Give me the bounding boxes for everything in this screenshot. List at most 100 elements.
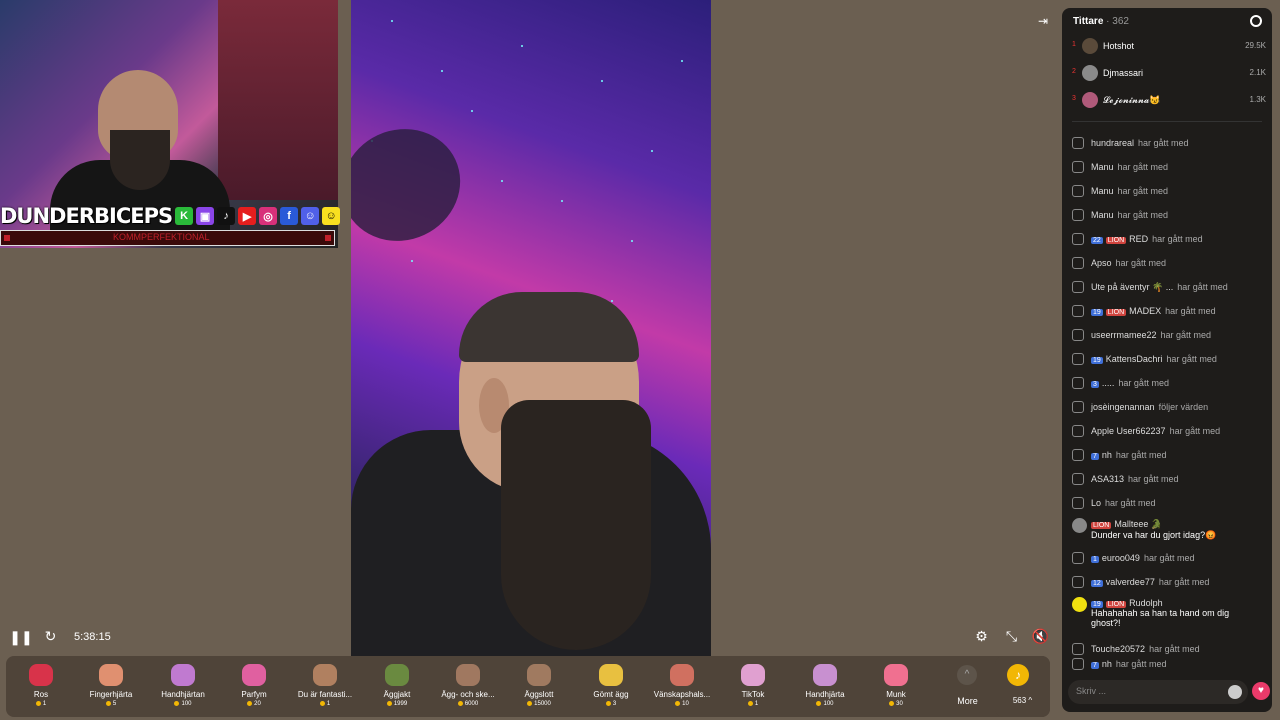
refresh-icon[interactable]: ↻ [43,628,58,644]
settings-gear-icon[interactable]: ⚙ [974,628,989,644]
join-icon [1072,643,1084,655]
gift-name: TikTok [741,690,765,699]
action-text: följer värden [1158,402,1209,412]
action-text: har gått med [1117,162,1169,172]
join-icon [1072,353,1084,365]
username[interactable]: nh [1102,450,1112,460]
gift-icon [99,664,123,686]
gift-icon [456,664,480,686]
gift-item[interactable]: Du är fantasti... 1 [290,656,360,717]
username[interactable]: Apple User662237 [1091,426,1166,436]
facebook-icon: f [280,207,299,225]
coin-balance-button[interactable]: ♪ 563 ^ [995,656,1050,717]
chat-input[interactable]: Skriv ... [1068,680,1248,704]
username[interactable]: ASA313 [1091,474,1124,484]
username[interactable]: Lo [1091,498,1101,508]
star [611,300,613,302]
join-icon [1072,305,1084,317]
top-viewer-row[interactable]: 1 Hotshot 29.5K [1072,38,1266,56]
star [681,60,683,62]
gift-icon [313,664,337,686]
viewer-score: 29.5K [1245,41,1266,50]
top-viewer-row[interactable]: 2 Djmassari 2.1K [1072,65,1266,83]
action-text: har gått med [1117,186,1169,196]
username[interactable]: Touche20572 [1091,644,1145,654]
username[interactable]: Manu [1091,210,1114,220]
star [501,180,503,182]
username[interactable]: hundrareal [1091,138,1134,148]
avatar [1082,92,1098,108]
username[interactable]: nh [1102,659,1112,669]
pause-button[interactable]: ❚❚ [9,629,32,645]
gift-item[interactable]: Munk 30 [861,656,931,717]
gift-icon [171,664,195,686]
avatar [1072,597,1087,612]
gift-item[interactable]: Ros 1 [6,656,76,717]
username[interactable]: valverdee77 [1106,577,1155,587]
gift-item[interactable]: Ägg- och ske... 6000 [433,656,503,717]
username[interactable]: MADEX [1129,306,1161,316]
gift-price: 10 [647,701,717,707]
expand-panel-icon[interactable]: ⇥ [1036,14,1050,28]
gift-name: Handhjärtan [161,690,205,699]
top-viewer-row[interactable]: 3 𝓛𝓮𝓳𝓸𝓷𝓲𝓷𝓷𝓪😼 1.3K [1072,92,1266,110]
join-icon [1072,185,1084,197]
join-icon [1072,473,1084,485]
panel-header: Tittare · 362 [1073,16,1129,27]
gift-icon [670,664,694,686]
viewer-count: · 362 [1106,16,1129,27]
gift-price: 5 [76,701,146,707]
snapchat-icon: ☺ [322,207,341,225]
gift-item[interactable]: Gömt ägg 3 [576,656,646,717]
username[interactable]: LION Mallteee 🐊 [1091,519,1162,529]
collapse-icon[interactable]: ⤡ [1004,628,1019,644]
username[interactable]: KattensDachri [1106,354,1163,364]
gift-item[interactable]: Parfym 20 [219,656,289,717]
gift-price: 1 [6,701,76,707]
join-icon [1072,576,1084,588]
gift-item[interactable]: Handhjärtan 100 [148,656,218,717]
username[interactable]: Manu [1091,162,1114,172]
gift-item[interactable]: Äggslott 15000 [504,656,574,717]
join-icon [1072,233,1084,245]
like-heart-button[interactable]: ♥ [1252,682,1270,700]
username[interactable]: Ute på äventyr 🌴 ... [1091,282,1173,292]
gift-name: Fingerhjärta [89,690,133,699]
username[interactable]: Manu [1091,186,1114,196]
gift-name: Gömt ägg [593,690,629,699]
join-icon [1072,161,1084,173]
panel-settings-icon[interactable] [1250,15,1262,27]
action-text: har gått med [1115,450,1167,460]
gift-item[interactable]: Handhjärta 100 [790,656,860,717]
youtube-icon: ▶ [238,207,257,225]
star [521,45,523,47]
badge: 19 [1091,357,1103,364]
gift-item[interactable]: Fingerhjärta 5 [76,656,146,717]
join-icon [1072,281,1084,293]
username[interactable]: Apso [1091,258,1112,268]
live-video[interactable] [351,0,711,656]
gift-item[interactable]: Äggjakt 1999 [362,656,432,717]
username[interactable]: useerrmamee22 [1091,330,1157,340]
gift-item[interactable]: Vänskapshals... 10 [647,656,717,717]
mute-icon[interactable]: 🔇 [1032,628,1049,644]
gift-price: 1 [290,701,360,707]
panel-title: Tittare [1073,16,1104,27]
gift-name: Parfym [241,690,267,699]
star [561,200,563,202]
username[interactable]: euroo049 [1102,553,1140,563]
username[interactable]: josèingenannan [1091,402,1155,412]
more-gifts-button[interactable]: ^ More [951,656,995,717]
gift-icon [884,664,908,686]
gift-name: Du är fantasti... [297,690,353,699]
username[interactable]: 19 LION Rudolph [1091,598,1163,608]
gift-name: Äggslott [524,690,554,699]
username[interactable]: ..... [1102,378,1115,388]
emoji-icon[interactable] [1228,685,1242,699]
gift-item[interactable]: TikTok 1 [718,656,788,717]
badge: LION [1105,237,1127,244]
instagram-icon: ◎ [259,207,278,225]
badge: 7 [1091,662,1099,669]
username[interactable]: RED [1129,234,1148,244]
avatar [1082,65,1098,81]
